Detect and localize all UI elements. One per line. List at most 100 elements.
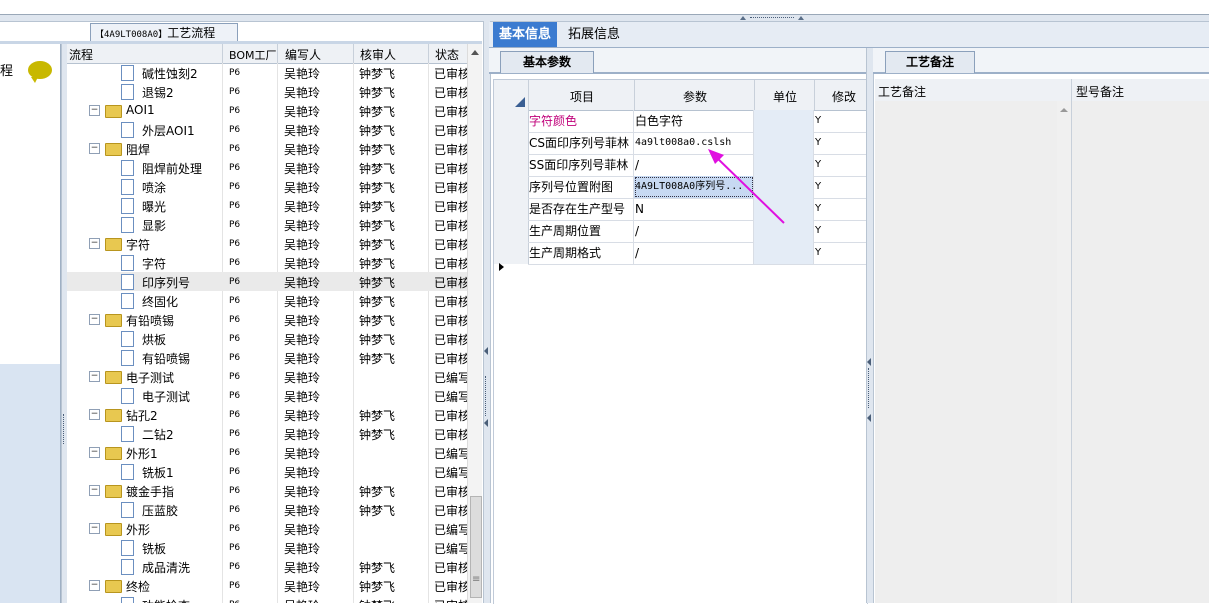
row-reviewer: 钟梦飞 xyxy=(359,143,396,157)
row-reviewer: 钟梦飞 xyxy=(359,352,396,366)
table-row[interactable]: 有铅喷锡 P6 吴艳玲 钟梦飞 已审核 xyxy=(67,348,482,367)
table-row[interactable]: − 终检 P6 吴艳玲 钟梦飞 已审核 xyxy=(67,576,482,595)
col-modify[interactable]: 修改 xyxy=(832,88,856,105)
collapse-left-icon-lower[interactable] xyxy=(484,419,488,427)
col-model-note[interactable]: 型号备注 xyxy=(1076,83,1124,100)
row-status: 已审核 xyxy=(434,504,471,518)
collapse-toggle-icon[interactable]: − xyxy=(89,238,100,249)
col-status[interactable]: 状态 xyxy=(435,46,459,63)
col-reviewer[interactable]: 核审人 xyxy=(360,46,396,63)
table-row[interactable]: 烘板 P6 吴艳玲 钟梦飞 已审核 xyxy=(67,329,482,348)
collapse-toggle-icon[interactable]: − xyxy=(89,485,100,496)
process-flow-tab[interactable]: 【4A9LT008A0】工艺流程 xyxy=(90,23,238,41)
col-unit[interactable]: 单位 xyxy=(773,88,797,105)
param-row[interactable]: 序列号位置附图 4A9LT008A0序列号... Y xyxy=(528,176,867,199)
notes-scrollbar[interactable] xyxy=(1057,101,1071,603)
tab-basic-info[interactable]: 基本信息 xyxy=(493,22,558,47)
row-author: 吴艳玲 xyxy=(284,504,321,518)
param-value[interactable]: / xyxy=(634,242,754,264)
table-row[interactable]: 压蓝胶 P6 吴艳玲 钟梦飞 已审核 xyxy=(67,500,482,519)
tab-process-notes[interactable]: 工艺备注 xyxy=(885,51,975,73)
row-reviewer: 钟梦飞 xyxy=(359,124,396,138)
table-row[interactable]: 显影 P6 吴艳玲 钟梦飞 已审核 xyxy=(67,215,482,234)
tab-basic-params[interactable]: 基本参数 xyxy=(500,51,594,73)
param-row[interactable]: 生产周期位置 / Y xyxy=(528,220,867,243)
param-row[interactable]: 是否存在生产型号 N Y xyxy=(528,198,867,221)
document-icon xyxy=(121,559,134,575)
left-nav-label[interactable]: 程 xyxy=(0,60,13,79)
collapse-toggle-icon[interactable]: − xyxy=(89,580,100,591)
row-author: 吴艳玲 xyxy=(284,162,321,176)
right-splitter[interactable] xyxy=(866,48,874,603)
table-row[interactable]: 电子测试 P6 吴艳玲 已编写 xyxy=(67,386,482,405)
col-flow[interactable]: 流程 xyxy=(69,46,93,63)
collapse-toggle-icon[interactable]: − xyxy=(89,105,100,116)
param-row[interactable]: SS面印序列号菲林 / Y xyxy=(528,154,867,177)
table-row[interactable]: 退锡2 P6 吴艳玲 钟梦飞 已审核 xyxy=(67,82,482,101)
row-bom: P6 xyxy=(229,163,241,173)
collapse-toggle-icon[interactable]: − xyxy=(89,143,100,154)
table-row[interactable]: 铣板 P6 吴艳玲 已编写 xyxy=(67,538,482,557)
table-row[interactable]: 终固化 P6 吴艳玲 钟梦飞 已审核 xyxy=(67,291,482,310)
table-row[interactable]: 曝光 P6 吴艳玲 钟梦飞 已审核 xyxy=(67,196,482,215)
param-row[interactable]: 字符颜色 白色字符 Y xyxy=(528,110,867,133)
model-note-field[interactable] xyxy=(1072,101,1209,603)
table-row[interactable]: 印序列号 P6 吴艳玲 钟梦飞 已审核 xyxy=(67,272,482,291)
chat-bubble-icon[interactable] xyxy=(28,61,52,83)
col-process-note[interactable]: 工艺备注 xyxy=(878,83,926,100)
param-row[interactable]: CS面印序列号菲林 4a9lt008a0.cslsh Y xyxy=(528,132,867,155)
collapse-toggle-icon[interactable]: − xyxy=(89,314,100,325)
table-row[interactable]: 二钻2 P6 吴艳玲 钟梦飞 已审核 xyxy=(67,424,482,443)
table-row[interactable]: − 镀金手指 P6 吴艳玲 钟梦飞 已审核 xyxy=(67,481,482,500)
table-row[interactable]: − AOI1 P6 吴艳玲 钟梦飞 已审核 xyxy=(67,101,482,120)
scroll-up-icon[interactable] xyxy=(1060,108,1068,112)
table-row[interactable]: − 电子测试 P6 吴艳玲 已编写 xyxy=(67,367,482,386)
collapse-left-icon[interactable] xyxy=(867,358,871,366)
table-row[interactable]: 成品清洗 P6 吴艳玲 钟梦飞 已审核 xyxy=(67,557,482,576)
row-author: 吴艳玲 xyxy=(284,181,321,195)
table-row[interactable]: − 字符 P6 吴艳玲 钟梦飞 已审核 xyxy=(67,234,482,253)
collapse-toggle-icon[interactable]: − xyxy=(89,447,100,458)
table-row[interactable]: 外层AOI1 P6 吴艳玲 钟梦飞 已审核 xyxy=(67,120,482,139)
param-row[interactable]: 生产周期格式 / Y xyxy=(528,242,867,265)
document-icon xyxy=(121,426,134,442)
row-name: 终检 xyxy=(126,580,151,594)
table-row[interactable]: 阻焊前处理 P6 吴艳玲 钟梦飞 已审核 xyxy=(67,158,482,177)
table-row[interactable]: − 阻焊 P6 吴艳玲 钟梦飞 已审核 xyxy=(67,139,482,158)
tree-scrollbar[interactable]: ≡ xyxy=(467,44,482,603)
col-param[interactable]: 参数 xyxy=(683,88,707,105)
tab-extended-info[interactable]: 拓展信息 xyxy=(562,22,626,47)
col-sep xyxy=(528,80,529,110)
collapse-toggle-icon[interactable]: − xyxy=(89,409,100,420)
collapse-left-icon[interactable] xyxy=(484,347,488,355)
process-note-field[interactable] xyxy=(875,101,1071,603)
col-bom[interactable]: BOM工厂 xyxy=(229,47,277,63)
table-row[interactable]: − 钻孔2 P6 吴艳玲 钟梦飞 已审核 xyxy=(67,405,482,424)
horizontal-splitter[interactable] xyxy=(0,15,1209,22)
collapse-left-icon-lower[interactable] xyxy=(867,414,871,422)
table-row[interactable]: 碱性蚀刻2 P6 吴艳玲 钟梦飞 已审核 xyxy=(67,63,482,82)
table-row[interactable]: − 外形 P6 吴艳玲 已编写 xyxy=(67,519,482,538)
row-status: 已审核 xyxy=(434,105,471,119)
row-reviewer: 钟梦飞 xyxy=(359,276,396,290)
param-unit[interactable] xyxy=(754,110,814,132)
collapse-up-icon[interactable] xyxy=(740,16,746,20)
table-row[interactable]: 铣板1 P6 吴艳玲 已编写 xyxy=(67,462,482,481)
table-row[interactable]: 功能检查P6吴艳玲钟梦飞已审核 xyxy=(67,595,482,603)
row-name: 烘板 xyxy=(142,333,167,347)
scroll-up-icon[interactable] xyxy=(471,50,479,55)
col-author[interactable]: 编写人 xyxy=(285,46,321,63)
collapse-toggle-icon[interactable]: − xyxy=(89,371,100,382)
table-row[interactable]: 字符 P6 吴艳玲 钟梦飞 已审核 xyxy=(67,253,482,272)
collapse-toggle-icon[interactable]: − xyxy=(89,523,100,534)
collapse-up-icon-right[interactable] xyxy=(798,16,804,20)
table-row[interactable]: − 有铅喷锡 P6 吴艳玲 钟梦飞 已审核 xyxy=(67,310,482,329)
col-item[interactable]: 项目 xyxy=(570,88,594,105)
table-row[interactable]: 喷涂 P6 吴艳玲 钟梦飞 已审核 xyxy=(67,177,482,196)
table-row[interactable]: − 外形1 P6 吴艳玲 已编写 xyxy=(67,443,482,462)
splitter-grip[interactable] xyxy=(740,16,804,20)
select-all-corner-icon[interactable] xyxy=(515,97,525,107)
param-unit[interactable] xyxy=(754,242,814,264)
param-value[interactable]: 白色字符 xyxy=(634,110,754,132)
middle-splitter[interactable] xyxy=(483,21,491,603)
